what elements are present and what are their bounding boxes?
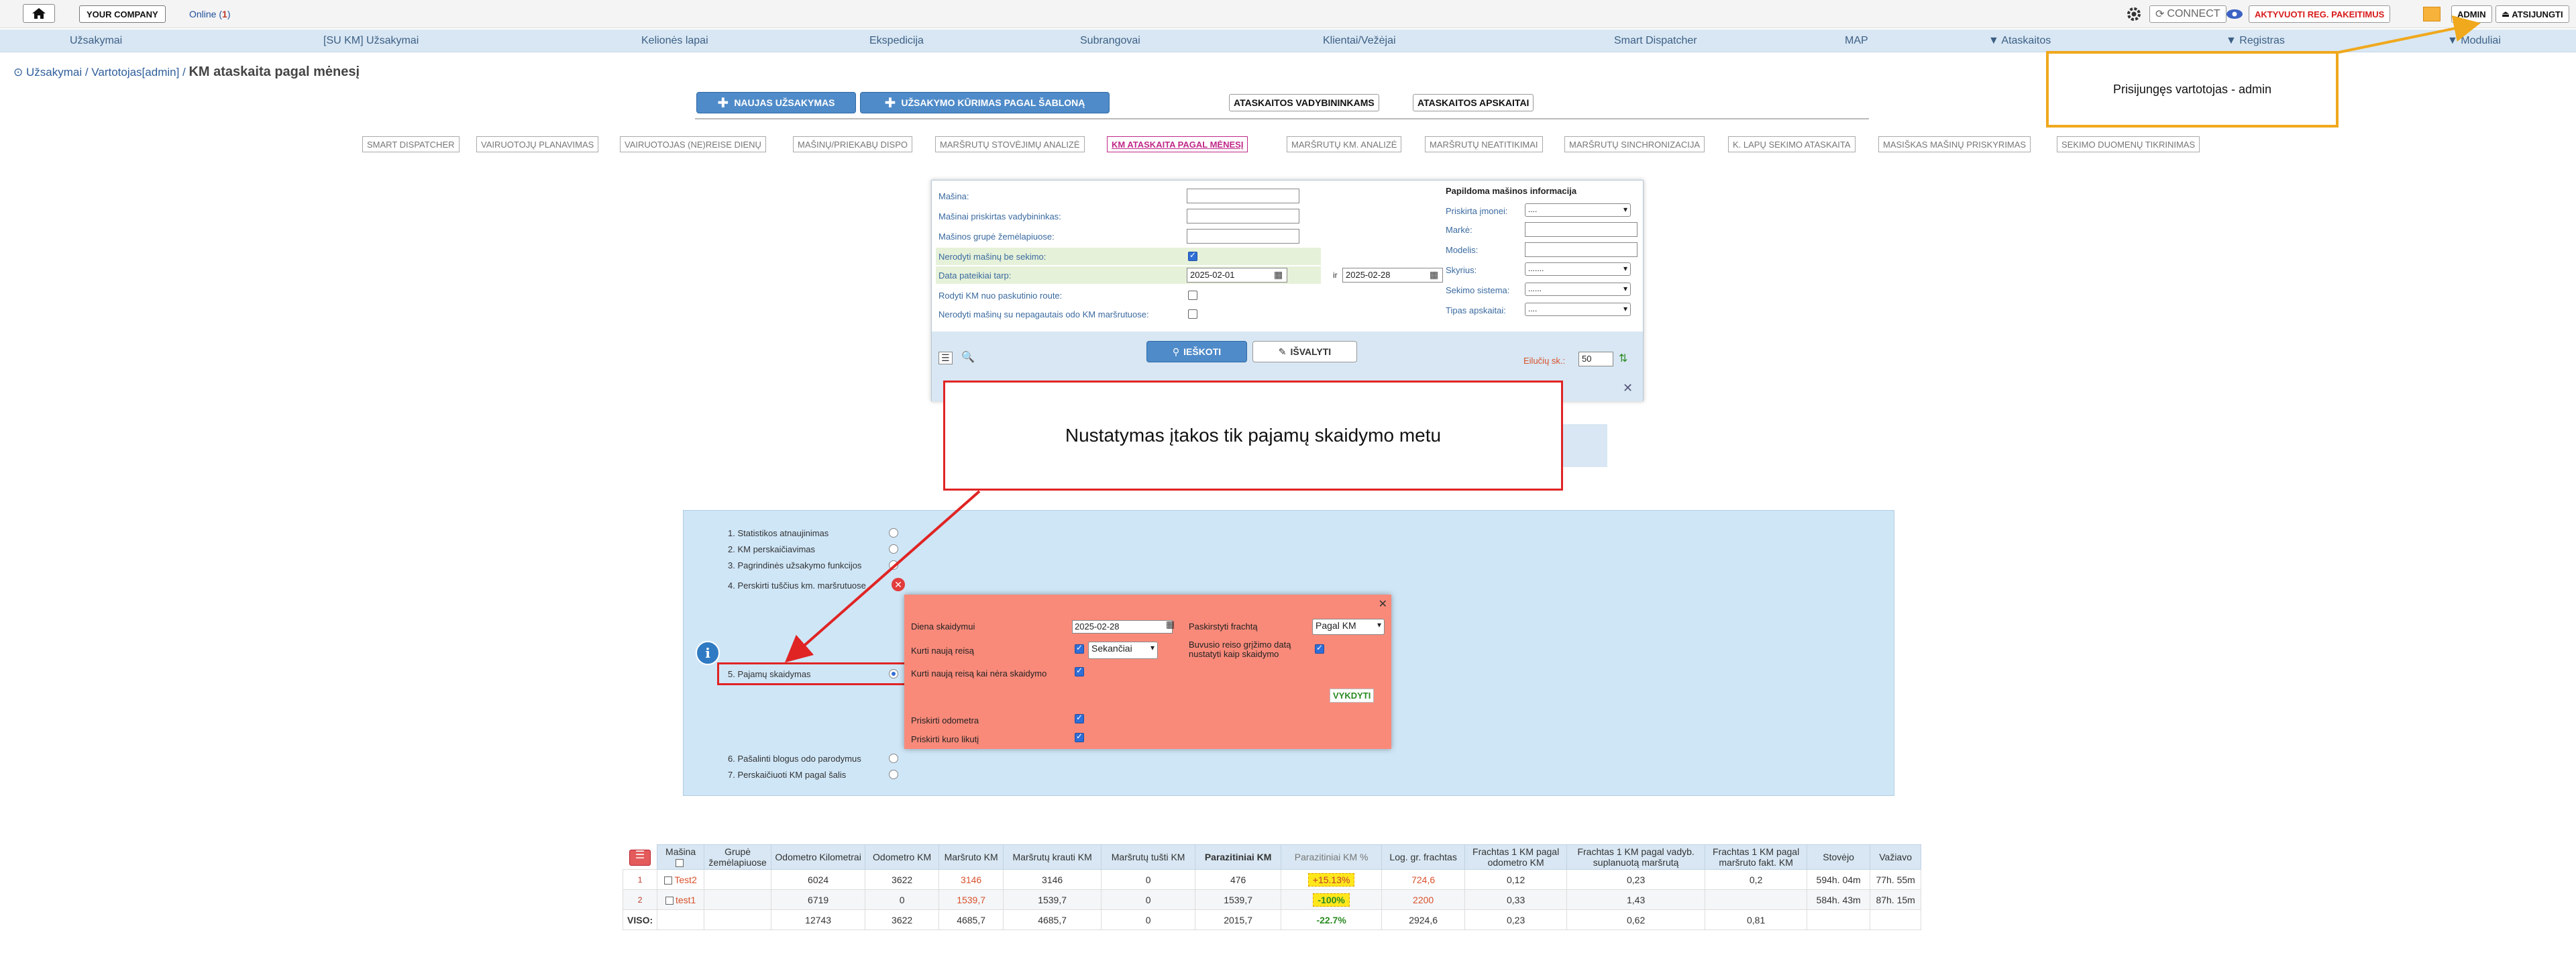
parasitic-pct-badge: +15.13% xyxy=(1307,872,1355,887)
menu-icon[interactable] xyxy=(629,850,651,866)
row-checkbox[interactable] xyxy=(665,896,674,905)
arrow-to-admin xyxy=(2338,15,2481,54)
col-freight: Log. gr. frachtas xyxy=(1381,844,1466,870)
col-loaded-km: Maršrutų krauti KM xyxy=(1003,844,1102,870)
table-row: 2 test1 6719 0 1539,7 1539,7 0 1539,7 -1… xyxy=(622,889,1922,910)
col-drove: Važiavo xyxy=(1870,844,1922,870)
col-empty-km: Maršrutų tušti KM xyxy=(1101,844,1196,870)
col-odo-km: Odometro KM xyxy=(865,844,940,870)
table-row: 1 Test2 6024 3622 3146 3146 0 476 +15.13… xyxy=(622,869,1922,890)
arrow-to-income-split xyxy=(784,490,981,663)
annotation-arrows xyxy=(784,15,2481,663)
parasitic-pct-badge: -100% xyxy=(1313,893,1350,907)
col-route-km: Maršruto KM xyxy=(938,844,1004,870)
col-freight-planned: Frachtas 1 KM pagal vadyb. suplanuotą ma… xyxy=(1566,844,1706,870)
car-link[interactable]: Test2 xyxy=(674,874,696,885)
col-freight-fact: Frachtas 1 KM pagal maršruto fakt. KM xyxy=(1705,844,1808,870)
col-group: Grupė žemėlapiuose xyxy=(704,844,772,870)
col-stood: Stovėjo xyxy=(1807,844,1871,870)
col-parasitic-pct: Parazitiniai KM % xyxy=(1281,844,1383,870)
km-report-table: Mašina Grupė žemėlapiuose Odometro Kilom… xyxy=(622,844,1922,930)
col-parasitic-km: Parazitiniai KM xyxy=(1195,844,1282,870)
car-link[interactable]: test1 xyxy=(676,895,696,905)
col-freight-odo: Frachtas 1 KM pagal odometro KM xyxy=(1464,844,1568,870)
row-checkbox[interactable] xyxy=(664,876,673,885)
select-all-checkbox[interactable] xyxy=(676,859,684,868)
col-odo-total: Odometro Kilometrai xyxy=(771,844,866,870)
col-car[interactable]: Mašina xyxy=(657,844,705,870)
table-total-row: VISO: 12743 3622 4685,7 4685,7 0 2015,7 … xyxy=(622,909,1922,930)
